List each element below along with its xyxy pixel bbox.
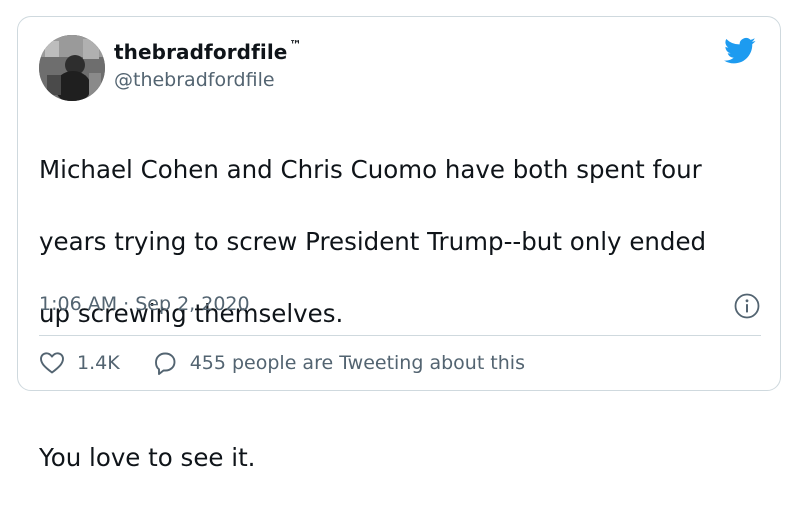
- divider: [39, 335, 761, 336]
- tweet-line-4: You love to see it.: [39, 443, 256, 472]
- avatar-photo: [39, 35, 105, 101]
- twitter-bird-icon[interactable]: [724, 37, 756, 65]
- tweet-line-1: Michael Cohen and Chris Cuomo have both …: [39, 155, 702, 184]
- info-icon[interactable]: [734, 293, 760, 319]
- heart-icon: [40, 352, 64, 374]
- like-button[interactable]: 1.4K: [39, 351, 120, 375]
- user-handle[interactable]: @thebradfordfile: [114, 69, 275, 91]
- tweet-card[interactable]: thebradfordfile ™ @thebradfordfile Michae…: [17, 16, 781, 472]
- tweet-actions: 1.4K 455 people are Tweeting about this: [39, 348, 525, 378]
- tweeting-about-link[interactable]: 455 people are Tweeting about this: [152, 350, 525, 376]
- avatar[interactable]: [39, 35, 105, 101]
- tweet-line-2: years trying to screw President Trump--b…: [39, 227, 707, 256]
- tweeting-about-text: 455 people are Tweeting about this: [189, 352, 525, 374]
- speech-bubble-icon: [154, 352, 176, 375]
- trademark-symbol: ™: [289, 38, 302, 52]
- display-name[interactable]: thebradfordfile ™: [114, 38, 302, 64]
- tweet-timestamp[interactable]: 1:06 AM · Sep 2, 2020: [39, 293, 250, 315]
- like-count: 1.4K: [77, 352, 120, 374]
- display-name-text: thebradfordfile: [114, 40, 288, 64]
